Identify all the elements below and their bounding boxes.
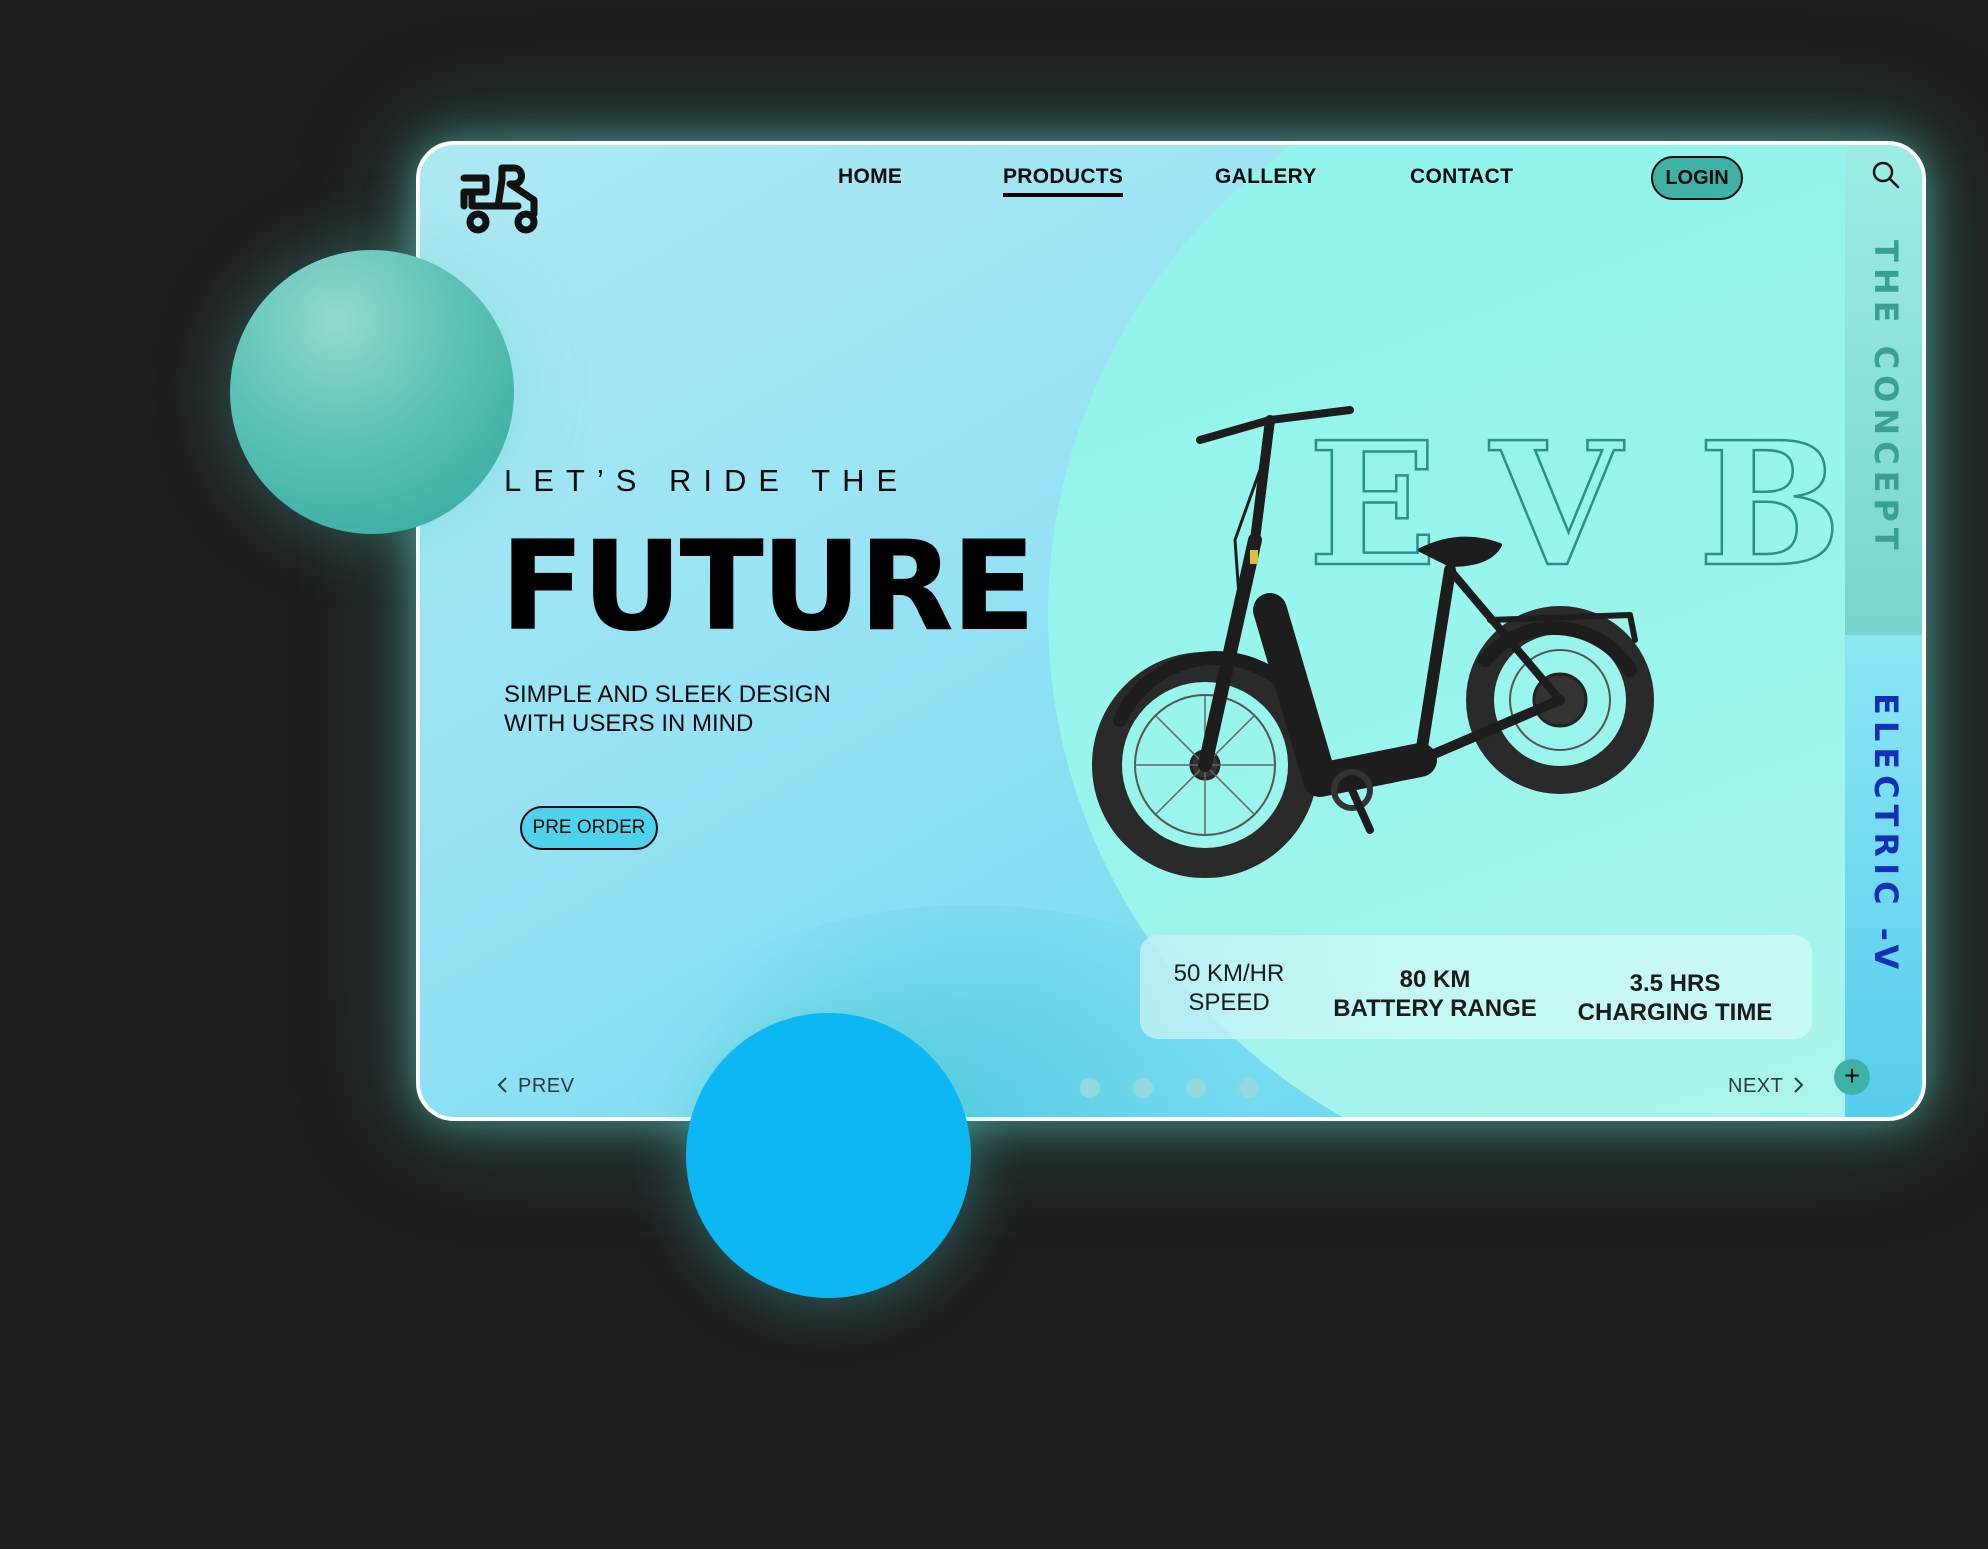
hero-title: FUTURE [500,515,1036,659]
stats-panel: 50 KM/HR SPEED 80 KM BATTERY RANGE 3.5 H… [1140,935,1812,1039]
hero-tagline: SIMPLE AND SLEEK DESIGN WITH USERS IN MI… [504,680,831,738]
stat-speed-label: SPEED [1188,989,1270,1016]
nav-gallery[interactable]: GALLERY [1215,165,1317,189]
prev-button[interactable]: PREV [496,1075,574,1098]
pre-order-button[interactable]: PRE ORDER [520,806,658,850]
stat-speed-value: 50 KM/HR [1173,960,1285,987]
stat-range-value: 80 KM [1399,966,1471,993]
prev-label: PREV [518,1075,575,1097]
chevron-left-icon [497,1077,507,1093]
scooter-logo-icon[interactable] [458,160,544,240]
login-button[interactable]: LOGIN [1651,156,1743,200]
decorative-blue-orb [686,1013,971,1298]
nav-contact[interactable]: CONTACT [1410,165,1513,189]
next-label: NEXT [1728,1075,1784,1097]
plus-icon[interactable]: + [1834,1059,1870,1095]
hero-tagline-line1: SIMPLE AND SLEEK DESIGN [504,681,831,708]
nav-products[interactable]: PRODUCTS [1003,165,1124,197]
nav-home[interactable]: HOME [838,165,902,189]
stat-range-label: BATTERY RANGE [1333,995,1537,1022]
search-icon[interactable] [1871,160,1901,190]
slide-dot-1[interactable] [1080,1078,1100,1098]
side-label-concept: THE CONCEPT [1867,240,1905,556]
side-label-electric: ELECTRIC -V [1867,693,1905,976]
hero-tagline-line2: WITH USERS IN MIND [504,710,754,737]
slide-dot-4[interactable] [1239,1078,1259,1098]
next-button[interactable]: NEXT [1728,1075,1805,1098]
stat-charging: 3.5 HRS CHARGING TIME [1560,969,1790,1027]
chevron-right-icon [1794,1077,1804,1093]
outline-letter-b: B [1697,405,1843,605]
stat-range: 80 KM BATTERY RANGE [1320,965,1550,1023]
stat-charging-value: 3.5 HRS [1629,970,1721,997]
slide-dot-3[interactable] [1186,1078,1206,1098]
decorative-teal-orb [230,250,514,534]
e-bike-image [1092,406,1654,878]
stat-charging-label: CHARGING TIME [1577,999,1773,1026]
hero-kicker: LET’S RIDE THE [504,463,910,498]
hero-card: HOME PRODUCTS GALLERY CONTACT LOGIN THE … [416,141,1926,1121]
slide-dot-2[interactable] [1133,1078,1153,1098]
stat-speed: 50 KM/HR SPEED [1154,959,1304,1017]
